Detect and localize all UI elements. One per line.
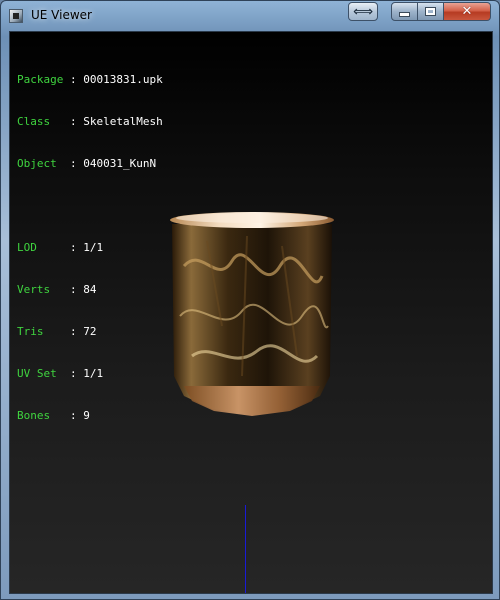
info-value: 72 — [83, 325, 97, 338]
maximize-icon — [425, 7, 436, 16]
info-separator: : — [63, 73, 84, 86]
mesh-info-overlay: Package : 00013831.upk Class : SkeletalM… — [17, 45, 163, 451]
info-value: 84 — [83, 283, 97, 296]
swap-button[interactable]: ⟺ — [348, 2, 378, 21]
info-label: Tris — [17, 325, 64, 338]
info-value: SkeletalMesh — [83, 115, 163, 128]
title-bar[interactable]: UE Viewer ⟺ ✕ — [1, 1, 499, 31]
minimize-button[interactable] — [391, 2, 418, 21]
maximize-button[interactable] — [418, 2, 444, 21]
mesh-model[interactable] — [162, 206, 342, 421]
app-window: UE Viewer ⟺ ✕ Package : 00013831.upk Cla… — [0, 0, 500, 600]
info-value: 1/1 — [83, 367, 104, 380]
info-label: LOD — [17, 241, 64, 254]
info-value: 9 — [83, 409, 90, 422]
info-label: Class — [17, 115, 64, 128]
info-row-lod: LOD : 1/1 — [17, 241, 163, 255]
info-value: 1/1 — [83, 241, 104, 254]
info-separator: : — [63, 115, 84, 128]
info-separator: : — [63, 325, 84, 338]
3d-viewport[interactable]: Package : 00013831.upk Class : SkeletalM… — [9, 31, 493, 594]
close-icon: ✕ — [461, 4, 473, 19]
minimize-icon — [399, 12, 410, 17]
info-separator: : — [63, 241, 84, 254]
info-row-tris: Tris : 72 — [17, 325, 163, 339]
app-icon[interactable] — [9, 9, 23, 23]
info-row-verts: Verts : 84 — [17, 283, 163, 297]
info-label: UV Set — [17, 367, 64, 380]
swap-arrows-icon: ⟺ — [352, 3, 374, 20]
info-separator: : — [63, 409, 84, 422]
info-value: 00013831.upk — [83, 73, 163, 86]
info-value: 040031_KunN — [83, 157, 157, 170]
info-separator: : — [63, 157, 84, 170]
axis-z-line — [245, 505, 246, 593]
info-separator: : — [63, 367, 84, 380]
info-row-package: Package : 00013831.upk — [17, 73, 163, 87]
info-label: Verts — [17, 283, 64, 296]
info-row-bones: Bones : 9 — [17, 409, 163, 423]
info-row-object: Object : 040031_KunN — [17, 157, 163, 171]
info-row-class: Class : SkeletalMesh — [17, 115, 163, 129]
info-row-uvset: UV Set : 1/1 — [17, 367, 163, 381]
window-title: UE Viewer — [31, 8, 92, 22]
info-separator: : — [63, 283, 84, 296]
close-button[interactable]: ✕ — [444, 2, 491, 21]
info-label: Package — [17, 73, 64, 86]
info-label: Object — [17, 157, 64, 170]
info-label: Bones — [17, 409, 64, 422]
